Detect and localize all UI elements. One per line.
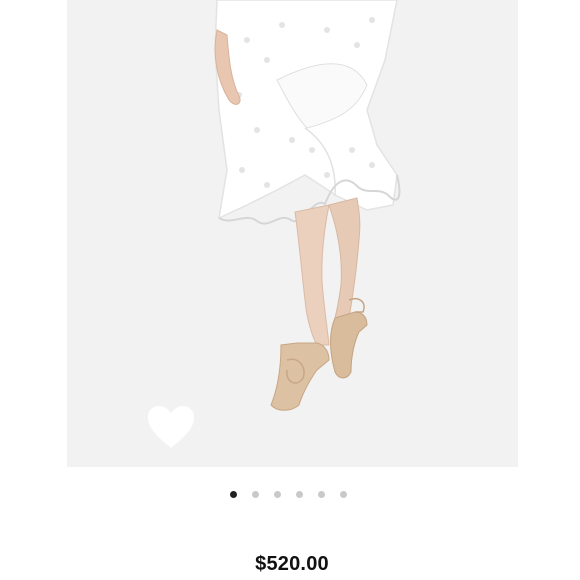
carousel-dot-1[interactable] [229, 491, 237, 498]
product-price: $520.00 [255, 553, 329, 575]
carousel-dot-3[interactable] [273, 491, 281, 498]
product-image[interactable] [67, 0, 518, 467]
product-page: $520.00 [0, 0, 580, 580]
heart-icon[interactable] [145, 404, 197, 450]
image-carousel-indicator [0, 491, 578, 498]
carousel-dot-2[interactable] [251, 491, 259, 498]
product-photo-illustration [67, 0, 518, 467]
carousel-dot-4[interactable] [295, 491, 303, 498]
carousel-dot-6[interactable] [339, 491, 347, 498]
carousel-dot-5[interactable] [317, 491, 325, 498]
